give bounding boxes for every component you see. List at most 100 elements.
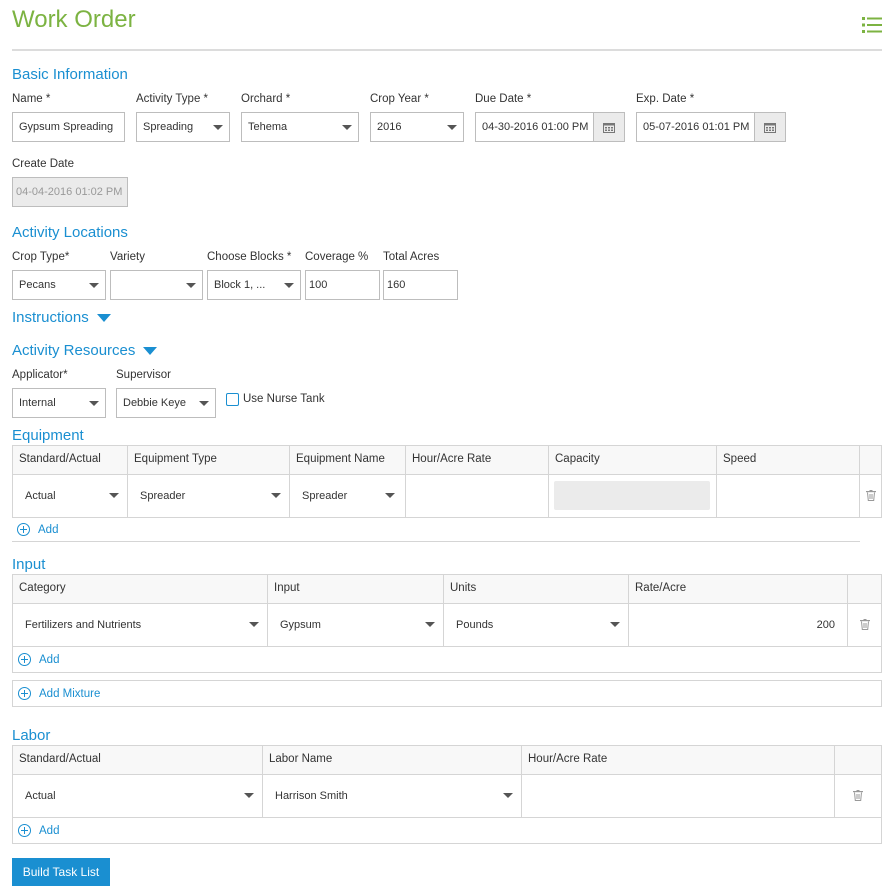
cell-value: Actual bbox=[25, 790, 56, 802]
equipment-table: Standard/Actual Equipment Type Equipment… bbox=[12, 445, 882, 518]
rate-acre-input[interactable]: 200 bbox=[629, 604, 848, 646]
add-mixture-label: Add Mixture bbox=[39, 687, 101, 700]
chevron-down-icon bbox=[186, 283, 196, 288]
cell-value: Gypsum bbox=[280, 619, 321, 631]
labor-name-select[interactable]: Harrison Smith bbox=[263, 775, 522, 817]
orchard-select[interactable]: Tehema bbox=[241, 112, 359, 142]
build-task-list-button[interactable]: Build Task List bbox=[12, 858, 110, 886]
crop-type-label: Crop Type* bbox=[12, 251, 70, 263]
name-label: Name * bbox=[12, 93, 51, 105]
chevron-down-icon bbox=[284, 283, 294, 288]
exp-date-field[interactable]: 05-07-2016 01:01 PM bbox=[636, 112, 786, 142]
units-select[interactable]: Pounds bbox=[444, 604, 629, 646]
crop-type-value: Pecans bbox=[19, 279, 56, 291]
supervisor-select[interactable]: Debbie Keye bbox=[116, 388, 216, 418]
cell-value: Harrison Smith bbox=[275, 790, 348, 802]
chevron-down-icon bbox=[109, 493, 119, 498]
name-field[interactable]: Gypsum Spreading bbox=[12, 112, 125, 142]
add-circle-icon bbox=[18, 687, 31, 700]
page-title: Work Order bbox=[12, 6, 136, 33]
equipment-heading: Equipment bbox=[12, 427, 84, 444]
column-header: Equipment Name bbox=[290, 446, 406, 475]
column-header: Standard/Actual bbox=[13, 746, 263, 775]
activity-type-label: Activity Type * bbox=[136, 93, 209, 105]
due-date-value: 04-30-2016 01:00 PM bbox=[482, 121, 589, 133]
input-select[interactable]: Gypsum bbox=[268, 604, 444, 646]
activity-type-select[interactable]: Spreading bbox=[136, 112, 230, 142]
equipment-type-select[interactable]: Spreader bbox=[128, 475, 290, 517]
exp-date-label: Exp. Date * bbox=[636, 93, 695, 105]
column-header: Standard/Actual bbox=[13, 446, 128, 475]
chevron-down-icon bbox=[610, 622, 620, 627]
add-mixture-link[interactable]: Add Mixture bbox=[18, 687, 100, 700]
labor-standard-actual-select[interactable]: Actual bbox=[13, 775, 263, 817]
crop-year-label: Crop Year * bbox=[370, 93, 429, 105]
labor-rate-input[interactable] bbox=[522, 775, 835, 817]
calendar-icon[interactable] bbox=[754, 113, 785, 141]
instructions-toggle[interactable]: Instructions bbox=[12, 309, 111, 326]
trash-icon[interactable] bbox=[860, 619, 870, 630]
standard-actual-select[interactable]: Actual bbox=[13, 475, 128, 517]
choose-blocks-select[interactable]: Block 1, ... bbox=[207, 270, 301, 300]
equipment-name-select[interactable]: Spreader bbox=[290, 475, 406, 517]
column-header-actions bbox=[835, 746, 881, 775]
cell-value: Spreader bbox=[302, 490, 348, 502]
activity-resources-toggle[interactable]: Activity Resources bbox=[12, 342, 158, 359]
input-heading: Input bbox=[12, 556, 46, 573]
crop-year-value: 2016 bbox=[377, 121, 402, 133]
due-date-field[interactable]: 04-30-2016 01:00 PM bbox=[475, 112, 625, 142]
add-circle-icon bbox=[18, 653, 31, 666]
variety-select[interactable] bbox=[110, 270, 203, 300]
name-value: Gypsum Spreading bbox=[19, 121, 114, 133]
chevron-down-icon bbox=[342, 125, 352, 130]
choose-blocks-label: Choose Blocks * bbox=[207, 251, 292, 263]
equipment-add-link[interactable]: Add bbox=[17, 523, 58, 536]
chevron-down-icon bbox=[199, 401, 209, 406]
create-date-label: Create Date bbox=[12, 158, 75, 170]
column-header-actions bbox=[848, 575, 881, 604]
coverage-input[interactable]: 100 bbox=[305, 270, 380, 300]
variety-label: Variety bbox=[110, 251, 145, 263]
input-add-link[interactable]: Add bbox=[18, 653, 59, 666]
applicator-select[interactable]: Internal bbox=[12, 388, 106, 418]
add-circle-icon bbox=[18, 824, 31, 837]
choose-blocks-value: Block 1, ... bbox=[214, 279, 266, 291]
header-divider bbox=[12, 49, 882, 51]
add-circle-icon bbox=[17, 523, 30, 536]
hour-acre-rate-input[interactable] bbox=[406, 475, 549, 517]
total-acres-label: Total Acres bbox=[383, 251, 440, 263]
crop-year-select[interactable]: 2016 bbox=[370, 112, 464, 142]
add-mixture-box: Add Mixture bbox=[12, 680, 882, 707]
trash-icon[interactable] bbox=[853, 790, 863, 801]
total-acres-value: 160 bbox=[387, 279, 406, 291]
cell-value: Pounds bbox=[456, 619, 494, 631]
trash-icon[interactable] bbox=[866, 490, 876, 501]
chevron-down-icon bbox=[249, 622, 259, 627]
capacity-cell bbox=[549, 475, 717, 517]
create-date-field: 04-04-2016 01:02 PM bbox=[12, 177, 128, 207]
due-date-label: Due Date * bbox=[475, 93, 532, 105]
column-header: Input bbox=[268, 575, 444, 604]
column-header: Speed bbox=[717, 446, 860, 475]
caret-down-icon bbox=[96, 314, 111, 323]
applicator-value: Internal bbox=[19, 397, 56, 409]
cell-value: 200 bbox=[816, 619, 835, 631]
list-icon[interactable] bbox=[862, 16, 882, 34]
total-acres-input[interactable]: 160 bbox=[383, 270, 458, 300]
divider bbox=[13, 817, 881, 818]
chevron-down-icon bbox=[89, 401, 99, 406]
caret-down-icon bbox=[143, 347, 158, 356]
calendar-icon[interactable] bbox=[593, 113, 624, 141]
column-header: Category bbox=[13, 575, 268, 604]
labor-add-link[interactable]: Add bbox=[18, 824, 59, 837]
column-header: Labor Name bbox=[263, 746, 522, 775]
nurse-tank-checkbox[interactable] bbox=[226, 393, 239, 406]
column-header: Hour/Acre Rate bbox=[522, 746, 835, 775]
speed-input[interactable] bbox=[717, 475, 860, 517]
crop-type-select[interactable]: Pecans bbox=[12, 270, 106, 300]
chevron-down-icon bbox=[89, 283, 99, 288]
supervisor-value: Debbie Keye bbox=[123, 397, 186, 409]
category-select[interactable]: Fertilizers and Nutrients bbox=[13, 604, 268, 646]
divider bbox=[13, 646, 881, 647]
chevron-down-icon bbox=[244, 793, 254, 798]
